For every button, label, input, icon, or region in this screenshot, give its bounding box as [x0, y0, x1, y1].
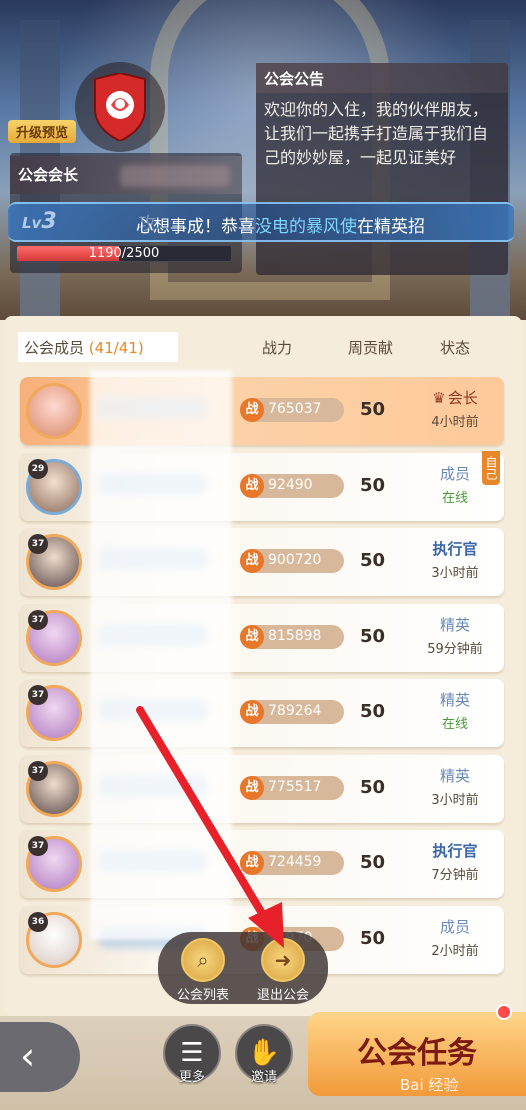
notification-dot	[496, 1004, 512, 1020]
more-popup-menu: ⌕ 公会列表 ➜ 退出公会	[158, 932, 328, 1004]
member-status: 在线	[441, 490, 468, 506]
weekly-contribution: 50	[360, 852, 386, 873]
power-value: 92490	[268, 476, 313, 493]
crown-icon: ♛	[432, 389, 446, 407]
leader-name-redacted	[120, 165, 230, 187]
guild-exp-bar: 1190/2500	[16, 245, 232, 262]
column-header-power: 战力	[262, 339, 293, 357]
member-level-badge: 29	[28, 458, 48, 479]
member-role: 精英	[439, 766, 470, 785]
member-role-wrapper: ♛ 会长	[410, 387, 500, 408]
weekly-contribution: 50	[360, 927, 386, 949]
member-status: 59分钟前	[427, 641, 483, 657]
power-value: 815898	[268, 627, 322, 644]
weekly-contribution: 50	[360, 399, 386, 420]
names-redacted-overlay	[90, 370, 232, 940]
member-level-badge: 37	[28, 685, 48, 705]
exit-icon: ➜	[261, 938, 305, 982]
member-level-badge: 37	[28, 534, 48, 554]
member-role: 精英	[439, 691, 470, 709]
column-header-status: 状态	[440, 339, 471, 357]
power-value: 775517	[268, 778, 322, 795]
notice-title: 公会公告	[256, 63, 508, 93]
member-role: 成员	[439, 917, 470, 936]
guild-list-label: 公会列表	[176, 988, 229, 1003]
weekly-contribution: 50	[360, 625, 386, 647]
weekly-contribution: 50	[360, 474, 386, 496]
battle-icon: 战	[240, 549, 264, 573]
battle-icon: 战	[240, 473, 264, 498]
member-status: 3小时前	[431, 566, 479, 581]
marquee-highlight: 没电的暴风使	[255, 217, 357, 237]
member-role: 执行官	[432, 540, 478, 558]
power-badge: 战 92490	[240, 473, 344, 498]
power-value: 789264	[268, 703, 322, 719]
battle-icon: 战	[240, 700, 264, 724]
members-count: (41/41)	[88, 339, 144, 357]
notice-text: 欢迎你的入住，我的伙伴朋友，让我们一起携手打造属于我们自己的妙妙屋，一起见证美好	[264, 100, 489, 167]
invite-label: 邀请	[250, 1070, 277, 1085]
rose-shield-icon	[94, 73, 146, 141]
upgrade-preview-button[interactable]: 升级预览	[8, 120, 77, 143]
members-header: 公会成员 (41/41)	[18, 332, 178, 362]
power-badge: 战 775517	[240, 775, 344, 800]
member-level-badge: 37	[28, 609, 48, 630]
guild-emblem[interactable]	[75, 62, 165, 152]
weekly-contribution: 50	[360, 776, 386, 798]
chevron-left-icon: ‹	[20, 1034, 36, 1078]
marquee-text: 心想事成！恭喜没电的暴风使在精英招	[136, 217, 425, 237]
member-status: 7分钟前	[431, 868, 479, 883]
battle-icon: 战	[240, 851, 264, 875]
power-badge: 战 900720	[240, 549, 344, 573]
column-header-contribution: 周贡献	[348, 339, 394, 357]
member-status: 4小时前	[431, 415, 479, 430]
power-badge: 战 724459	[240, 851, 344, 875]
back-button[interactable]: ‹	[0, 1022, 80, 1092]
guild-level: Lv3	[22, 209, 57, 234]
avatar[interactable]	[26, 383, 82, 439]
leave-guild-label: 退出公会	[256, 988, 309, 1003]
power-badge: 战 765037	[240, 398, 344, 422]
battle-icon: 战	[240, 398, 264, 422]
exp-text: 1190/2500	[88, 246, 160, 261]
announcement-marquee: Lv3 攻 心想事成！恭喜没电的暴风使在精英招	[8, 202, 514, 242]
list-icon: ☰	[180, 1038, 204, 1068]
power-value: 900720	[268, 552, 322, 568]
power-value: 724459	[268, 854, 322, 870]
invite-hand-icon: ✋	[247, 1038, 281, 1068]
member-level-badge: 37	[28, 760, 48, 781]
self-tag: 自己	[482, 450, 500, 485]
member-role: 精英	[439, 615, 470, 634]
member-role: 会长	[447, 389, 478, 407]
guild-list-button[interactable]: ⌕ 公会列表	[163, 932, 243, 1003]
battle-icon: 战	[240, 775, 264, 800]
search-list-icon: ⌕	[181, 938, 225, 982]
weekly-contribution: 50	[360, 701, 386, 722]
member-status: 在线	[441, 717, 468, 732]
member-status: 3小时前	[431, 792, 479, 808]
power-badge: 战 789264	[240, 700, 344, 724]
more-label: 更多	[178, 1070, 205, 1085]
power-value: 765037	[268, 401, 322, 417]
watermark: Bai 经验	[400, 1076, 459, 1094]
power-badge: 战 815898	[240, 624, 344, 649]
member-level-badge: 36	[28, 911, 48, 932]
battle-icon: 战	[240, 624, 264, 649]
leave-guild-button[interactable]: ➜ 退出公会	[243, 932, 323, 1003]
member-level-badge: 37	[28, 836, 48, 856]
weekly-contribution: 50	[360, 550, 386, 571]
member-role: 执行官	[432, 842, 478, 860]
member-status: 2小时前	[431, 943, 479, 959]
